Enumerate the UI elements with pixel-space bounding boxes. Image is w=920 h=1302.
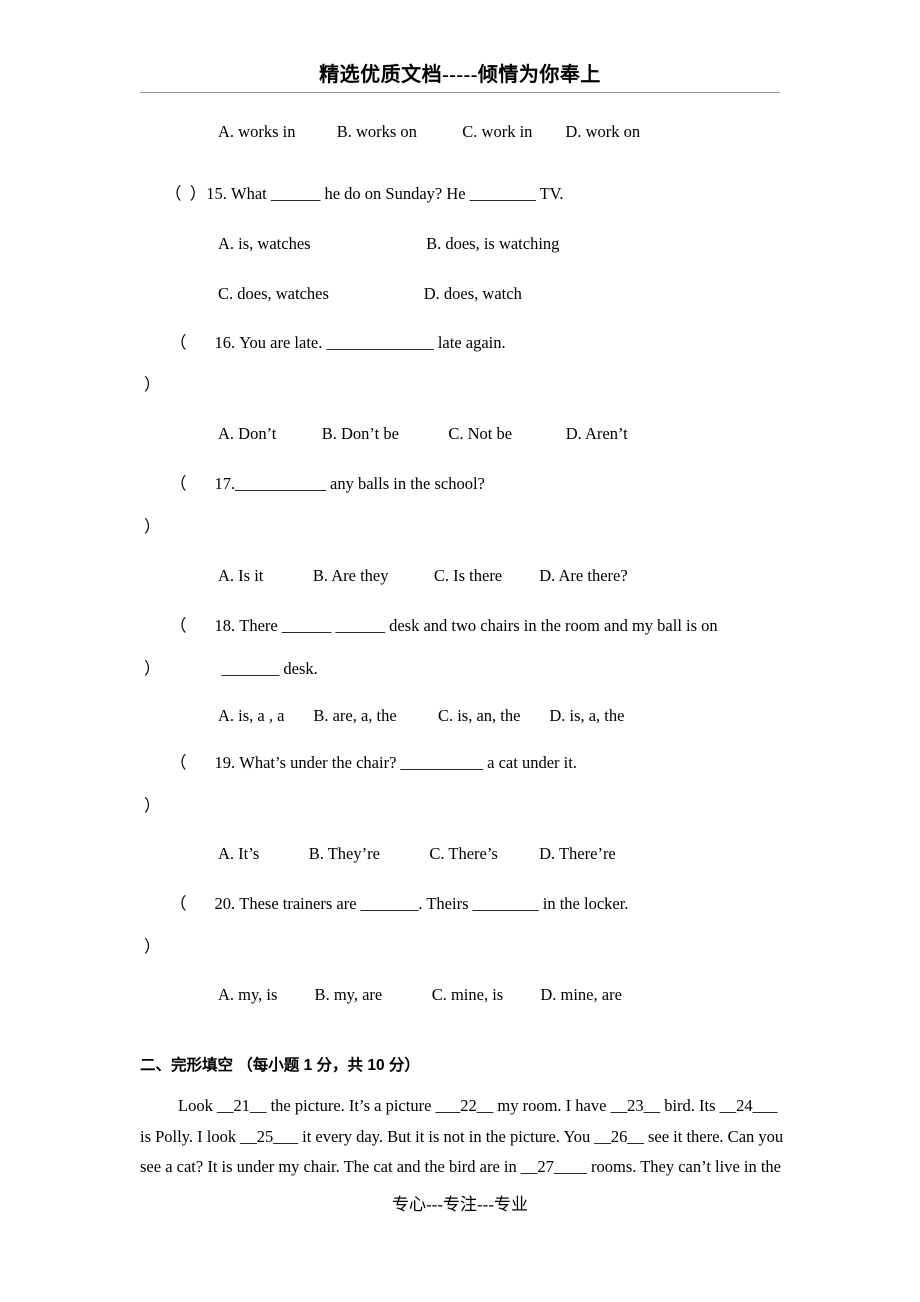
cloze-line-1: Look __21__ the picture. It’s a picture …: [178, 1096, 778, 1116]
q20-marker-open: （: [170, 894, 187, 913]
q20-stem-text: 20. These trainers are _______. Theirs _…: [214, 894, 629, 913]
q16-stem-text: 16. You are late. _____________ late aga…: [214, 332, 506, 352]
q19-marker-close: ）: [144, 795, 161, 815]
section2-heading: 二、完形填空 （每小题 1 分，共 10 分）: [140, 1056, 420, 1074]
q16-options-line: A. Don’t B. Don’t be C. Not be D. Aren’t: [218, 423, 628, 443]
q18-stem: （ 18. There ______ ______ desk and two ch…: [170, 616, 920, 637]
q17-stem-text: 17.___________ any balls in the school?: [214, 474, 485, 494]
q19-options-line: A. It’s B. They’re C. There’s D. There’r…: [218, 844, 616, 864]
q16-stem: （ 16. You are late. _____________ late ag…: [170, 333, 920, 354]
page-banner: 精选优质文档-----倾情为你奉上: [319, 64, 601, 86]
cloze-line-2: is Polly. I look __25___ it every day. B…: [140, 1126, 784, 1146]
q16-marker-open: （: [170, 332, 187, 352]
document-content: A. works in B. works on C. work in D. wo…: [0, 112, 920, 1183]
q16-marker-close: ）: [144, 375, 161, 395]
q15-stem-text: 15. What ______ he do on Sunday? He ____…: [206, 183, 564, 203]
q19-stem-text: 19. What’s under the chair? __________ a…: [214, 753, 577, 773]
q15-options-line-2: C. does, watches D. does, watch: [218, 283, 522, 303]
q14-options-line: A. works in B. works on C. work in D. wo…: [218, 122, 641, 141]
q19-stem: （ 19. What’s under the chair? __________ …: [170, 753, 920, 774]
header-divider: [140, 92, 780, 93]
q17-stem: （ 17.___________ any balls in the school?: [170, 474, 920, 495]
document-page: 精选优质文档-----倾情为你奉上 A. works in B. works o…: [0, 0, 920, 1302]
q18-stem-text: 18. There ______ ______ desk and two cha…: [214, 616, 718, 636]
q17-options-line: A. Is it B. Are they C. Is there D. Are …: [218, 565, 628, 585]
q17-marker-close: ）: [144, 517, 161, 536]
q15-options-line-1: A. is, watches B. does, is watching: [218, 234, 560, 254]
q18-marker-close: ）: [144, 658, 161, 678]
q15-marker: （ ）: [165, 183, 207, 203]
cloze-passage: Look __21__ the picture. It’s a picture …: [140, 1091, 784, 1183]
q17-marker-open: （: [170, 474, 187, 494]
page-footer: 专心---专注---专业: [392, 1195, 528, 1214]
q15-stem: （ ）15. What ______ he do on Sunday? He _…: [165, 184, 920, 205]
cloze-line-3: see a cat? It is under my chair. The cat…: [140, 1157, 782, 1177]
q18-stem-second-line: ） _______ desk.: [144, 659, 920, 680]
q18-marker-open: （: [170, 616, 187, 636]
q20-marker-close: ）: [144, 936, 161, 956]
q20-stem: （ 20. These trainers are _______. Theirs …: [170, 894, 920, 915]
q18-options-line: A. is, a , a B. are, a, the C. is, an, t…: [218, 705, 625, 725]
q18-stem-text2: _______ desk.: [221, 658, 318, 678]
q19-marker-open: （: [170, 753, 187, 773]
q20-options-line: A. my, is B. my, are C. mine, is D. mine…: [218, 985, 622, 1005]
